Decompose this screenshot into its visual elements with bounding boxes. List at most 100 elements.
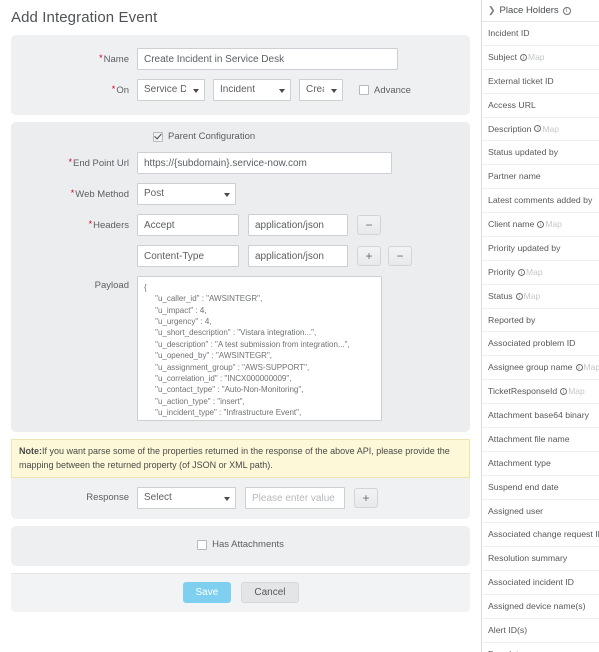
on-action-select-wrap: Create <box>299 79 343 101</box>
on-label: *On <box>111 83 129 96</box>
on-entity-select[interactable]: Incident <box>213 79 291 101</box>
map-info-icon[interactable]: i <box>519 53 527 61</box>
info-icon[interactable]: i <box>562 6 571 15</box>
map-info-icon[interactable]: i <box>515 292 523 300</box>
place-holder-label: Associated problem ID <box>488 338 576 349</box>
place-holder-item[interactable]: Attachment type <box>482 452 599 476</box>
place-holder-item[interactable]: Incident ID <box>482 22 599 46</box>
map-action[interactable]: i Map <box>519 52 545 63</box>
place-holder-item[interactable]: Status i Map <box>482 285 599 309</box>
place-holder-item[interactable]: Latest comments added by <box>482 189 599 213</box>
place-holder-item[interactable]: Alert ID(s) <box>482 619 599 643</box>
response-select[interactable]: Select <box>137 487 236 509</box>
place-holder-item[interactable]: Associated change request ID <box>482 523 599 548</box>
place-holder-item[interactable]: Attachment base64 binary <box>482 404 599 428</box>
header-key-input[interactable] <box>137 245 239 267</box>
map-action[interactable]: i Map <box>534 124 559 135</box>
place-holder-item[interactable]: Resolution summary <box>482 547 599 572</box>
note-text: If you want parse some of the properties… <box>19 446 450 470</box>
place-holder-item[interactable]: Priority i Map <box>482 261 599 285</box>
has-attachments-wrap[interactable]: Has Attachments <box>197 539 284 550</box>
place-holder-item[interactable]: Associated problem ID <box>482 332 599 357</box>
place-holder-item[interactable]: Associated incident ID <box>482 571 599 595</box>
place-holder-label: Assigned device name(s) <box>488 601 586 611</box>
place-holders-header[interactable]: ❯ Place Holders i <box>482 0 599 22</box>
place-holder-label: Assigned user <box>488 505 544 516</box>
response-value-input[interactable] <box>245 487 345 509</box>
place-holder-label: Resolution summary <box>488 553 568 564</box>
header-remove-button[interactable]: − <box>357 215 381 235</box>
map-label[interactable]: Map <box>584 362 599 373</box>
has-attachments-checkbox[interactable] <box>197 539 208 550</box>
parent-configuration-checkbox[interactable] <box>153 131 163 142</box>
map-info-icon[interactable]: i <box>575 364 583 372</box>
headers-row-1: *Headers − <box>11 214 470 236</box>
on-module-select-wrap: Service Desk <box>137 79 205 101</box>
place-holder-item[interactable]: External ticket ID <box>482 70 599 94</box>
header-row-fields-1: − <box>137 214 470 236</box>
place-holder-item[interactable]: Status updated by <box>482 141 599 166</box>
place-holder-label: Priority <box>488 266 516 277</box>
place-holder-label: Latest comments added by <box>488 195 593 206</box>
parent-configuration-label: Parent Configuration <box>168 131 256 142</box>
advance-checkbox[interactable] <box>359 85 369 95</box>
map-label[interactable]: Map <box>526 267 543 278</box>
map-label[interactable]: Map <box>545 219 562 230</box>
map-action[interactable]: i Map <box>575 362 599 373</box>
map-label[interactable]: Map <box>528 52 545 63</box>
place-holder-item[interactable]: Assignee group name i Map <box>482 356 599 381</box>
on-module-select[interactable]: Service Desk <box>137 79 205 101</box>
map-action[interactable]: i Map <box>518 267 543 278</box>
place-holder-label: Status updated by <box>488 147 559 158</box>
header-value-input[interactable] <box>248 214 348 236</box>
place-holder-item[interactable]: Priority updated by <box>482 237 599 261</box>
place-holder-item[interactable]: Client name i Map <box>482 213 599 237</box>
place-holder-item[interactable]: TicketResponseId i Map <box>482 380 599 404</box>
map-label[interactable]: Map <box>568 386 585 397</box>
place-holder-item[interactable]: Reported by <box>482 309 599 333</box>
on-action-select[interactable]: Create <box>299 79 343 101</box>
place-holder-item[interactable]: Suspend end date <box>482 476 599 500</box>
header-remove-button[interactable]: − <box>388 246 412 266</box>
response-add-button[interactable]: + <box>354 488 378 508</box>
place-holder-item[interactable]: Assigned device name(s) <box>482 595 599 619</box>
map-info-icon[interactable]: i <box>537 220 545 228</box>
parent-configuration-wrap[interactable]: Parent Configuration <box>153 131 255 142</box>
place-holder-label: Associated incident ID <box>488 577 574 588</box>
place-holder-label: Incident ID <box>488 28 530 38</box>
map-action[interactable]: i Map <box>515 291 541 302</box>
name-input[interactable] <box>137 48 398 70</box>
cancel-button[interactable]: Cancel <box>241 581 299 603</box>
header-add-button[interactable]: + <box>357 246 381 266</box>
place-holder-label: Attachment type <box>488 457 551 468</box>
header-key-input[interactable] <box>137 214 239 236</box>
map-label[interactable]: Map <box>542 124 559 135</box>
web-method-select[interactable]: Post <box>137 183 236 205</box>
place-holder-item[interactable]: Access URL <box>482 94 599 118</box>
place-holder-item[interactable]: Subject i Map <box>482 46 599 70</box>
place-holder-label: Partner name <box>488 171 541 182</box>
advance-checkbox-wrap[interactable]: Advance <box>359 85 411 96</box>
map-label[interactable]: Map <box>524 291 541 302</box>
place-holder-item[interactable]: Due date <box>482 643 599 652</box>
header-value-input[interactable] <box>248 245 348 267</box>
place-holder-label: Access URL <box>488 99 536 110</box>
place-holders-sidebar: ❯ Place Holders i Incident ID Subject i Map… <box>482 0 599 652</box>
response-row: Response Select + <box>11 487 470 509</box>
payload-textarea[interactable]: { "u_caller_id" : "AWSINTEGR", "u_impact… <box>137 276 382 421</box>
place-holder-item[interactable]: Assigned user <box>482 500 599 524</box>
map-action[interactable]: i Map <box>560 386 585 397</box>
map-info-icon[interactable]: i <box>534 125 542 133</box>
attachments-panel: Has Attachments <box>11 526 470 566</box>
place-holder-item[interactable]: Attachment file name <box>482 428 599 452</box>
on-field-wrap: Service Desk Incident Create Advance <box>137 79 470 101</box>
chevron-right-icon[interactable]: ❯ <box>488 5 496 16</box>
place-holder-item[interactable]: Description i Map <box>482 118 599 142</box>
save-button[interactable]: Save <box>182 581 232 603</box>
map-info-icon[interactable]: i <box>560 388 568 396</box>
place-holder-item[interactable]: Partner name <box>482 165 599 190</box>
map-info-icon[interactable]: i <box>518 268 526 276</box>
response-select-wrap: Select <box>137 487 236 509</box>
endpoint-url-input[interactable] <box>137 152 392 174</box>
map-action[interactable]: i Map <box>537 219 562 230</box>
